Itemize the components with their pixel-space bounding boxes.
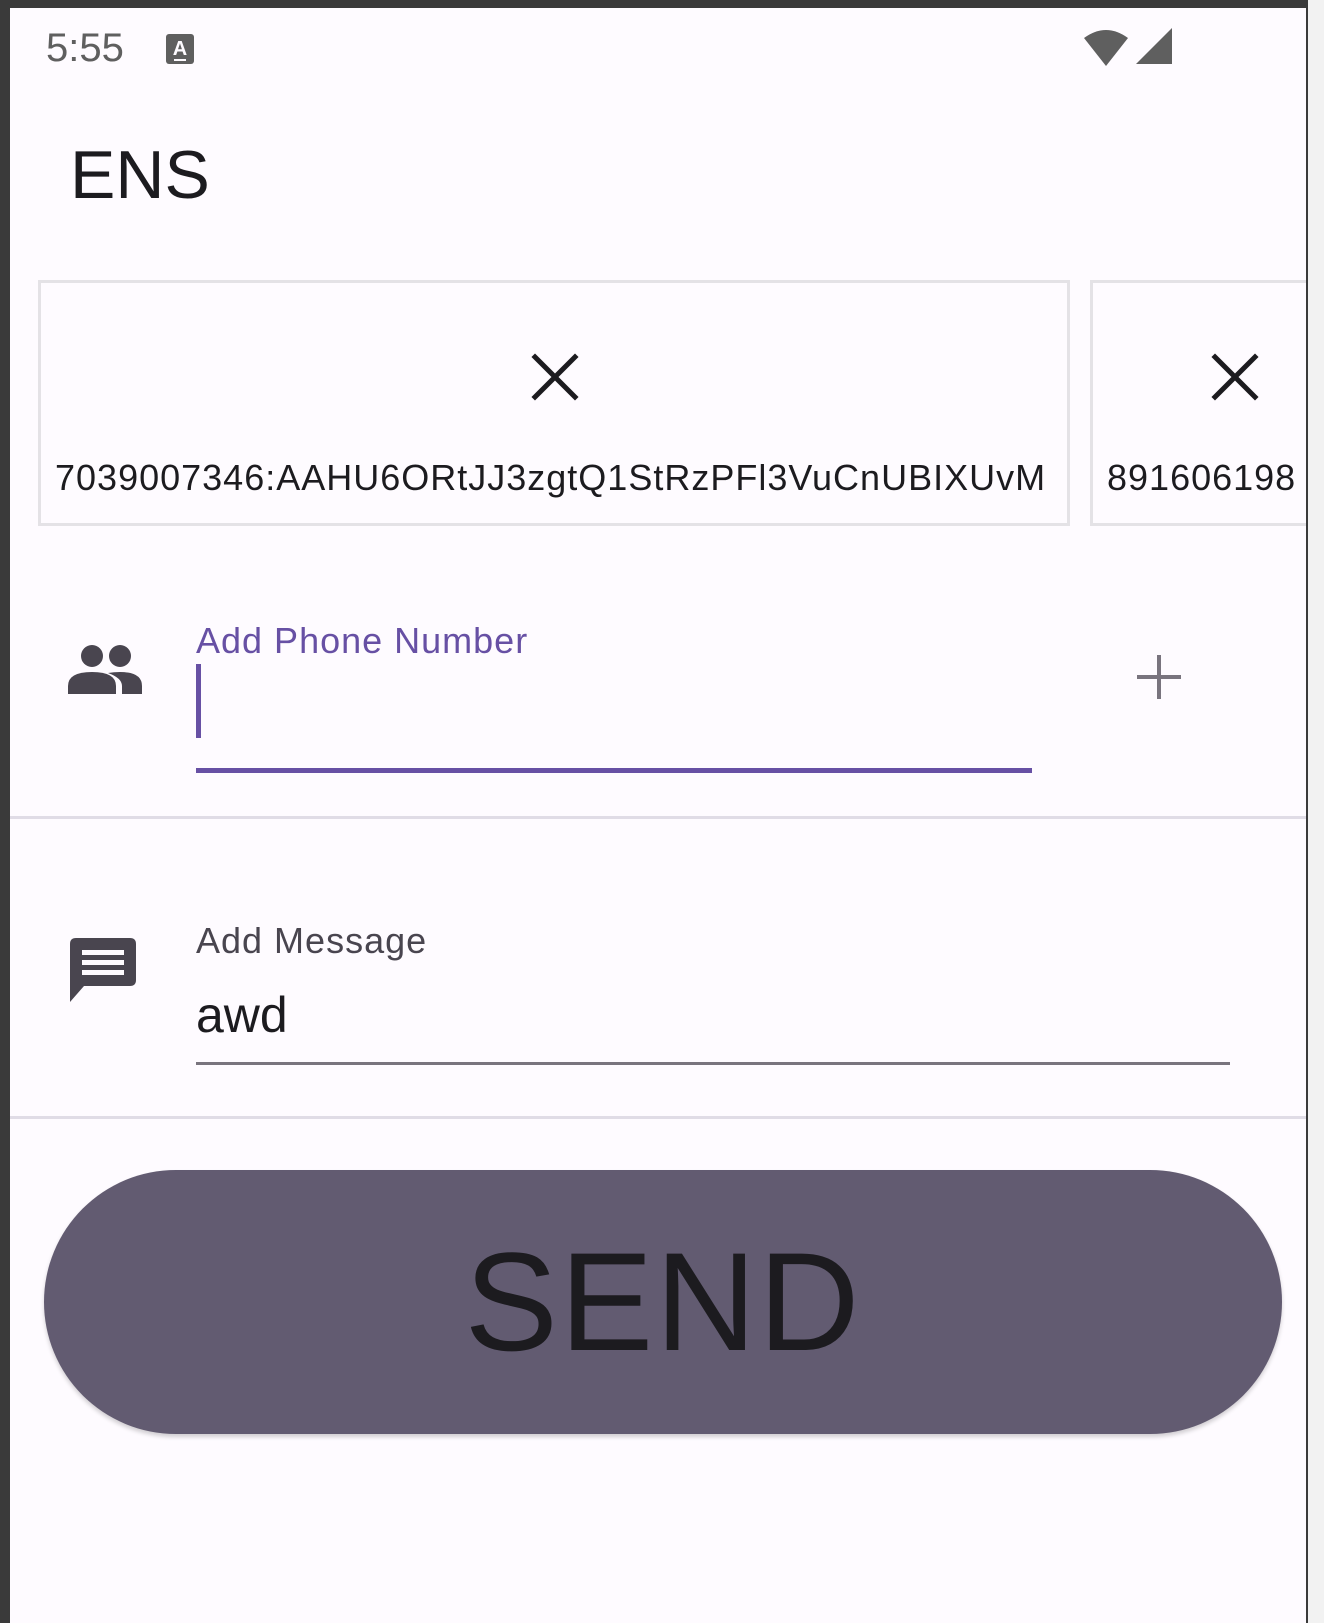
device-frame-left: [0, 0, 10, 1623]
message-input[interactable]: [196, 968, 1230, 1065]
close-icon[interactable]: [1207, 349, 1263, 405]
token-value: 891606198: [1107, 457, 1297, 498]
token-value: 7039007346:AAHU6ORtJJ3zgtQ1StRzPFl3VuCnU…: [55, 457, 1047, 498]
message-field-label: Add Message: [196, 920, 428, 961]
divider: [10, 816, 1306, 819]
page-title: ENS: [70, 137, 210, 213]
message-icon: [70, 938, 136, 1002]
a-letter-icon: A: [166, 34, 194, 64]
phone-field-label: Add Phone Number: [196, 620, 529, 661]
plus-icon[interactable]: [1134, 652, 1184, 702]
divider: [10, 1116, 1306, 1119]
status-time: 5:55: [46, 26, 124, 70]
wifi-icon: [1084, 30, 1128, 66]
phone-number-input[interactable]: [196, 664, 1032, 773]
app-screen: 5:55 A ENS 7039007346:AAHU6ORtJJ3zgtQ1St…: [10, 8, 1306, 1623]
close-icon[interactable]: [527, 349, 583, 405]
svg-text:A: A: [173, 38, 187, 60]
device-frame-right: [1306, 0, 1324, 1623]
people-icon: [68, 645, 142, 694]
text-cursor: [196, 664, 201, 738]
token-list[interactable]: 7039007346:AAHU6ORtJJ3zgtQ1StRzPFl3VuCnU…: [38, 280, 1306, 532]
token-card: 891606198: [1090, 280, 1306, 526]
cell-signal-icon: [1136, 28, 1172, 64]
token-card: 7039007346:AAHU6ORtJJ3zgtQ1StRzPFl3VuCnU…: [38, 280, 1070, 526]
device-frame-top: [0, 0, 1324, 8]
send-button[interactable]: SEND: [44, 1170, 1282, 1434]
